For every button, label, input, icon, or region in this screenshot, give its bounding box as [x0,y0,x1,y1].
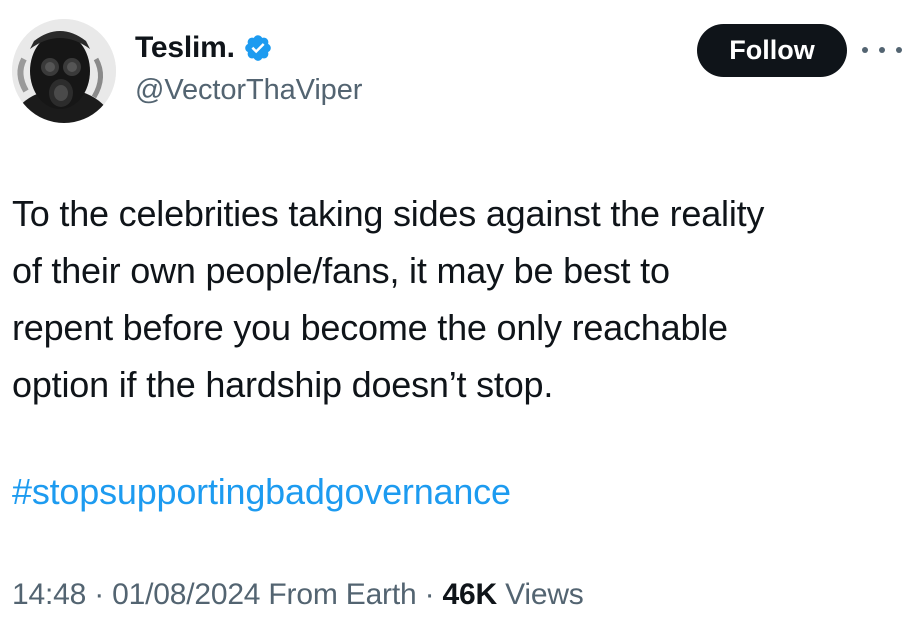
tweet-location: From Earth [260,578,417,611]
tweet-meta: 14:48 · 01/08/2024 From Earth · 46K View… [12,573,584,617]
name-row: Teslim. [135,28,362,68]
dot [862,47,868,53]
tweet-line: option if the hardship doesn’t stop. [12,364,554,405]
separator: · [416,578,443,611]
avatar[interactable] [12,19,116,123]
tweet-date[interactable]: 01/08/2024 [112,578,260,611]
tweet-line: To the celebrities taking sides against … [12,193,765,234]
tweet-header: Teslim. @VectorThaViper Follow [0,0,918,140]
separator: · [86,578,113,611]
user-handle[interactable]: @VectorThaViper [135,74,362,107]
hashtag-link[interactable]: #stopsupportingbadgovernance [12,463,511,520]
tweet-time[interactable]: 14:48 [12,578,86,611]
dot [896,47,902,53]
dot [879,47,885,53]
display-name[interactable]: Teslim. [135,31,235,65]
tweet-line: repent before you become the only reacha… [12,307,728,348]
views-label: Views [496,578,584,611]
avatar-gas-mask-icon [12,19,116,123]
user-names: Teslim. @VectorThaViper [135,28,362,107]
more-options-icon[interactable] [862,38,902,62]
tweet-line: of their own people/fans, it may be best… [12,250,670,291]
verified-badge-icon [243,33,273,63]
follow-button[interactable]: Follow [697,24,847,77]
tweet-text: To the celebrities taking sides against … [12,185,902,413]
views-count[interactable]: 46K [443,578,498,611]
